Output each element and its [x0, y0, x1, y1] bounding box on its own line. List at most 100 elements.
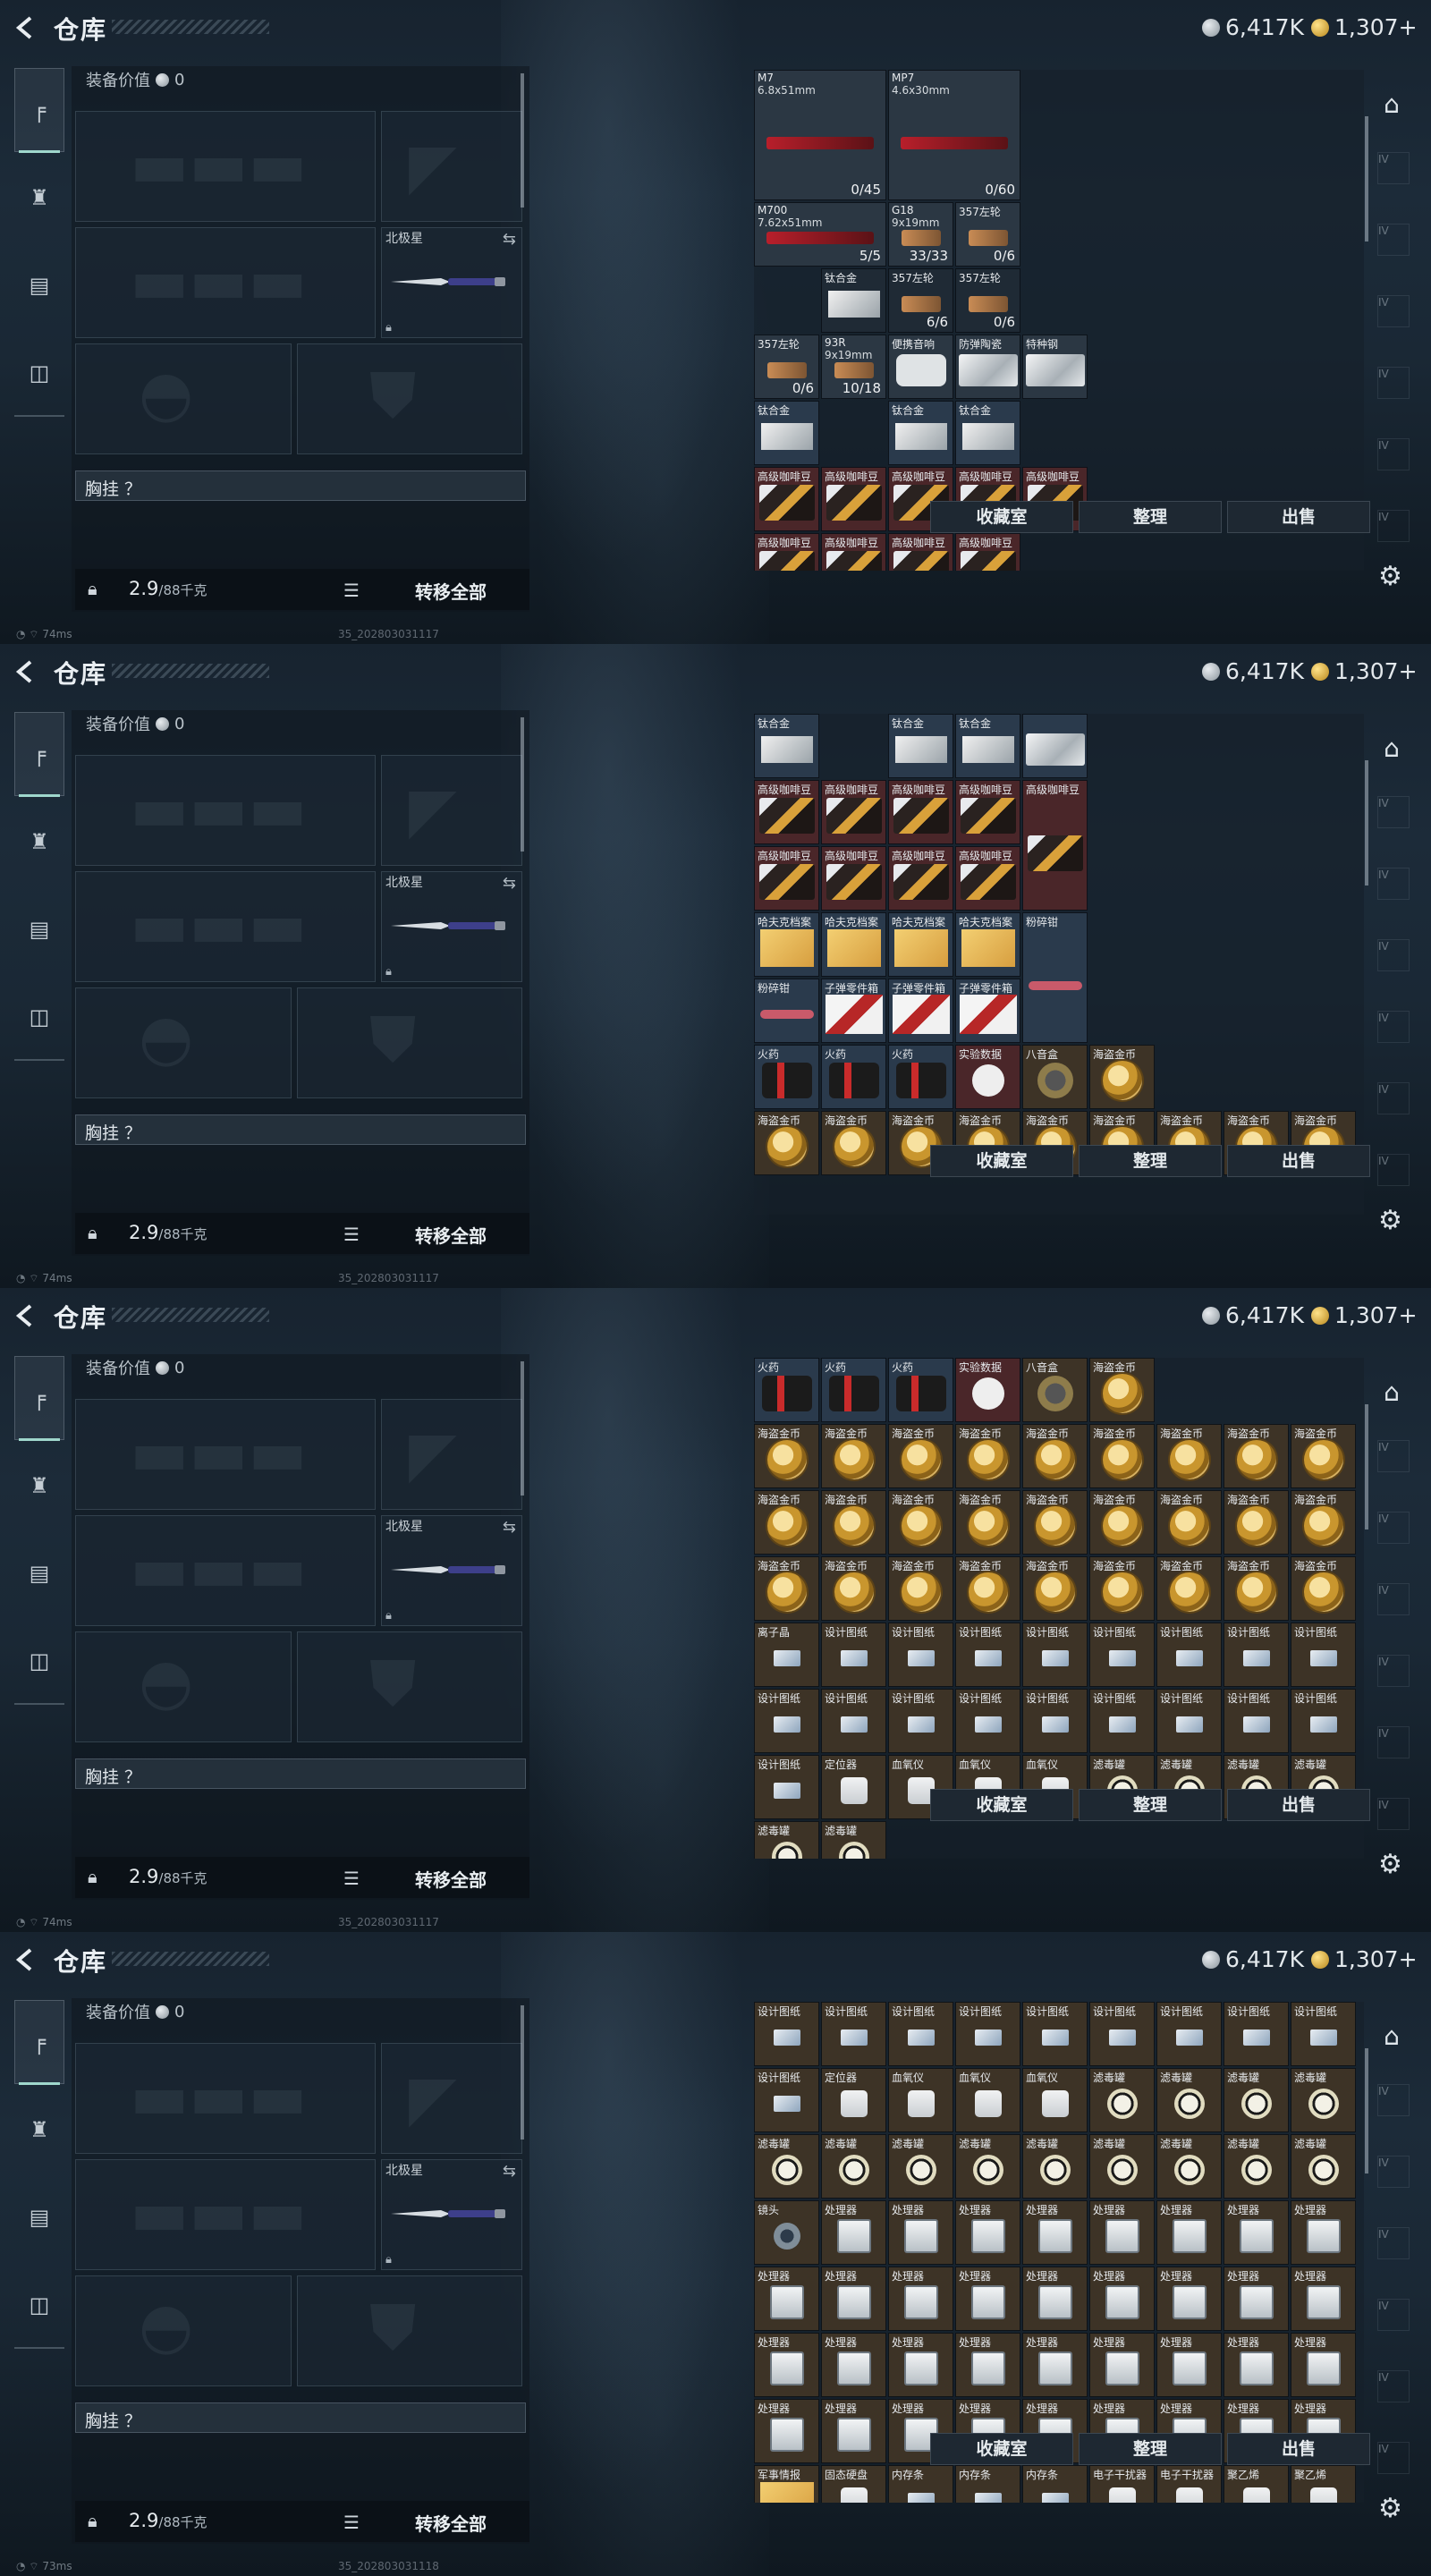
tab-armor[interactable]: ♜ — [14, 2088, 64, 2172]
inventory-item[interactable]: 处理器 — [821, 2399, 886, 2463]
armor-slot[interactable]: ⛊ — [297, 1631, 522, 1742]
inventory-item[interactable]: 处理器 — [1291, 2200, 1356, 2265]
inventory-item[interactable]: 设计图纸 — [1156, 2002, 1222, 2066]
gear-scrollbar[interactable] — [521, 717, 524, 852]
inventory-item[interactable]: 内存条 — [888, 2465, 953, 2503]
inventory-item[interactable]: 设计图纸 — [754, 1755, 819, 1819]
inventory-item[interactable]: 高级咖啡豆 — [888, 846, 953, 911]
inventory-item[interactable]: 处理器 — [821, 2333, 886, 2397]
inventory-item[interactable]: 设计图纸 — [1224, 1623, 1289, 1687]
inventory-item[interactable]: 高级咖啡豆 — [821, 533, 886, 571]
storage-tab-icon[interactable]: IV — [1377, 939, 1410, 971]
inventory-item[interactable]: 处理器 — [888, 2200, 953, 2265]
inventory-item[interactable]: 设计图纸 — [1089, 1623, 1155, 1687]
storage-tab-icon[interactable]: IV — [1377, 2227, 1410, 2259]
inventory-item[interactable]: 血氧仪 — [888, 2068, 953, 2132]
inventory-item[interactable]: 海盗金币 — [821, 1556, 886, 1621]
primary-weapon-slot[interactable]: ▬▬▬ — [75, 111, 376, 222]
tab-vest[interactable]: ▤ — [14, 2175, 64, 2259]
inventory-item[interactable]: 滤毒罐 — [1022, 2134, 1088, 2199]
transfer-all-button[interactable]: 转移全部 — [415, 578, 487, 604]
inventory-item[interactable]: 海盗金币 — [888, 1556, 953, 1621]
inventory-item[interactable]: 滤毒罐 — [1291, 2134, 1356, 2199]
inventory-item[interactable]: 设计图纸 — [888, 1623, 953, 1687]
collection-button[interactable]: 收藏室 — [930, 1789, 1073, 1821]
tab-weapons[interactable]: ╒ — [14, 712, 64, 797]
inventory-item[interactable]: 海盗金币 — [1156, 1490, 1222, 1555]
inventory-item[interactable]: 滤毒罐 — [1156, 2068, 1222, 2132]
inventory-item[interactable]: 聚乙烯 — [1291, 2465, 1356, 2503]
inventory-item[interactable]: 处理器 — [955, 2333, 1020, 2397]
inventory-item[interactable]: 哈夫克档案 — [888, 912, 953, 977]
inventory-item[interactable]: 设计图纸 — [888, 2002, 953, 2066]
storage-tab-icon[interactable]: IV — [1377, 2156, 1410, 2188]
inventory-item[interactable]: 军事情报 — [754, 2465, 819, 2503]
inventory-item[interactable]: 防弹陶瓷 — [955, 335, 1020, 399]
storage-tab-icon[interactable]: IV — [1377, 868, 1410, 900]
storage-tab-icon[interactable]: IV — [1377, 438, 1410, 470]
chest-rig-slot[interactable]: 胸挂 ？ — [75, 1114, 526, 1145]
inventory-item[interactable]: 滤毒罐 — [821, 2134, 886, 2199]
inventory-item[interactable]: 镜头 — [754, 2200, 819, 2265]
inventory-item[interactable]: 海盗金币 — [1089, 1424, 1155, 1488]
sort-button[interactable]: 整理 — [1079, 501, 1222, 533]
gold-currency[interactable]: 1,307+ — [1311, 1302, 1418, 1328]
storage-tab-icon[interactable]: IV — [1377, 1440, 1410, 1472]
inventory-item[interactable]: 海盗金币 — [1022, 1556, 1088, 1621]
inventory-item[interactable]: 设计图纸 — [1224, 1689, 1289, 1753]
inventory-item[interactable]: 离子晶 — [754, 1623, 819, 1687]
inventory-item[interactable]: 高级咖啡豆 — [955, 780, 1020, 844]
tab-vest[interactable]: ▤ — [14, 1531, 64, 1615]
inventory-item[interactable]: 哈夫克档案 — [754, 912, 819, 977]
inventory-item[interactable]: 高级咖啡豆 — [754, 846, 819, 911]
inventory-item[interactable]: 处理器 — [821, 2200, 886, 2265]
inventory-item[interactable]: 火药 — [888, 1045, 953, 1109]
swap-icon[interactable]: ⇆ — [503, 874, 516, 893]
inventory-item[interactable]: 海盗金币 — [821, 1424, 886, 1488]
lock-icon[interactable]: 🔒︎ — [88, 1866, 97, 1887]
inventory-item[interactable]: 高级咖啡豆 — [821, 780, 886, 844]
tab-vest[interactable]: ▤ — [14, 887, 64, 971]
list-icon[interactable]: ☰ — [343, 1224, 360, 1245]
inventory-item[interactable]: 设计图纸 — [1291, 1689, 1356, 1753]
inventory-item[interactable]: 钛合金 — [888, 401, 953, 465]
inventory-item[interactable]: 八音盒 — [1022, 1358, 1088, 1422]
storage-tab-icon[interactable]: IV — [1377, 510, 1410, 542]
collection-button[interactable]: 收藏室 — [930, 501, 1073, 533]
pistol-slot[interactable]: ◤ — [381, 111, 522, 222]
inventory-item[interactable]: 子弹零件箱 — [955, 979, 1020, 1043]
inventory-item[interactable]: 海盗金币 — [1291, 1424, 1356, 1488]
primary-weapon-slot[interactable]: ▬▬▬ — [75, 2043, 376, 2154]
inventory-item[interactable]: 设计图纸 — [1089, 1689, 1155, 1753]
inventory-item[interactable]: 海盗金币 — [1224, 1424, 1289, 1488]
helmet-slot[interactable]: ◓ — [75, 2275, 292, 2386]
pistol-slot[interactable]: ◤ — [381, 1399, 522, 1510]
inventory-item[interactable]: 聚乙烯 — [1224, 2465, 1289, 2503]
tab-weapons[interactable]: ╒ — [14, 2000, 64, 2085]
pistol-slot[interactable]: ◤ — [381, 755, 522, 866]
inventory-item[interactable]: M700 7.62x51mm 5/5 — [754, 202, 886, 267]
inventory-item[interactable]: 设计图纸 — [1156, 1623, 1222, 1687]
inventory-item[interactable]: 设计图纸 — [1291, 2002, 1356, 2066]
lock-icon[interactable]: 🔒︎ — [88, 1222, 97, 1243]
inventory-item[interactable]: 内存条 — [955, 2465, 1020, 2503]
inventory-item[interactable]: 海盗金币 — [955, 1424, 1020, 1488]
inventory-item[interactable]: 火药 — [821, 1045, 886, 1109]
inventory-item[interactable]: 钛合金 — [955, 714, 1020, 778]
secondary-weapon-slot[interactable]: ▬▬▬ — [75, 227, 376, 338]
inventory-item[interactable]: 粉碎钳 — [754, 979, 819, 1043]
storage-tab-icon[interactable]: IV — [1377, 1655, 1410, 1687]
inventory-item[interactable]: 哈夫克档案 — [821, 912, 886, 977]
inventory-item[interactable]: 定位器 — [821, 2068, 886, 2132]
inventory-item[interactable]: 高级咖啡豆 — [754, 533, 819, 571]
inventory-item[interactable]: 钛合金 — [955, 401, 1020, 465]
gear-icon[interactable]: ⚙ — [1378, 1849, 1402, 1880]
sort-button[interactable]: 整理 — [1079, 1145, 1222, 1177]
inventory-item[interactable]: 火药 — [754, 1045, 819, 1109]
warehouse-icon[interactable]: ⌂ — [1374, 730, 1410, 766]
inventory-item[interactable]: 滤毒罐 — [754, 1821, 819, 1859]
inventory-item[interactable]: 处理器 — [888, 2333, 953, 2397]
storage-tab-icon[interactable]: IV — [1377, 295, 1410, 327]
inventory-item[interactable]: 火药 — [888, 1358, 953, 1422]
inventory-item[interactable]: 海盗金币 — [1156, 1556, 1222, 1621]
